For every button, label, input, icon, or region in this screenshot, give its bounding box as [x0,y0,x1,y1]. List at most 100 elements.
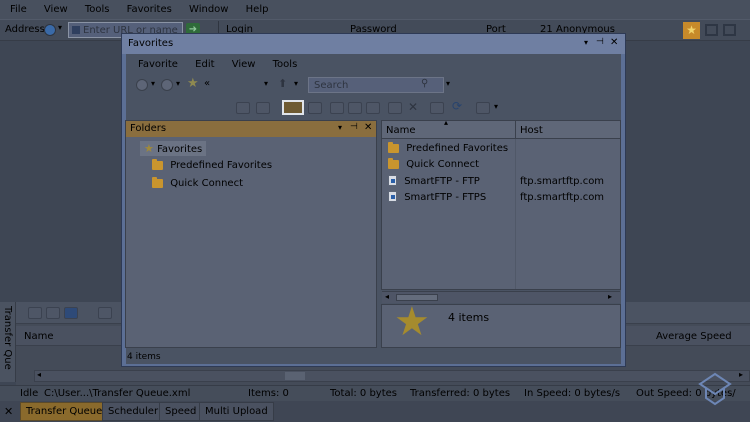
connect-icon[interactable] [236,102,250,114]
scroll-thumb[interactable] [285,372,305,380]
folders-pane: Folders ▾ ⊣ ✕ ★ Favorites Predefined Fav… [125,120,377,348]
copy-icon[interactable] [348,102,362,114]
list-item-name: SmartFTP - FTP [404,175,480,187]
queue-play-icon[interactable] [98,307,112,319]
menu-file[interactable]: File [10,4,27,15]
bottom-close-icon[interactable]: ✕ [4,405,13,418]
folder-icon [388,141,399,153]
watermark-logo-icon [698,372,732,406]
scroll-left-icon[interactable]: ◂ [37,370,41,379]
new-folder-icon[interactable] [282,100,304,115]
status-items: Items: 0 [248,388,289,399]
fav-menu-edit[interactable]: Edit [195,59,214,70]
view-icon[interactable] [476,102,490,114]
scroll-right-icon[interactable]: ▸ [608,292,612,301]
delete-icon[interactable]: ✕ [408,100,418,114]
list-column-host[interactable]: Host [520,125,543,136]
address-label: Address [5,24,45,35]
transfer-hscrollbar[interactable]: ◂ ▸ [34,370,750,382]
tree-item-quick-connect[interactable]: Quick Connect [152,176,243,189]
back-dropdown-icon[interactable]: ▾ [151,79,155,88]
address-dropdown-icon[interactable]: ▾ [58,23,62,32]
back-icon[interactable] [136,79,148,91]
fav-menu-tools[interactable]: Tools [273,59,298,70]
fav-menu-favorite[interactable]: Favorite [138,59,178,70]
favorites-menubar: Favorite Edit View Tools [128,58,621,74]
menu-favorites[interactable]: Favorites [127,4,172,15]
folder-icon [152,176,163,188]
list-item[interactable]: SmartFTP - FTPS ftp.smartftp.com [388,191,614,206]
pin-icon[interactable]: ⊣ [596,37,604,47]
paste-icon[interactable] [366,102,380,114]
tree-item-predefined-favorites[interactable]: Predefined Favorites [152,158,273,171]
folders-menu-icon[interactable]: ▾ [338,123,342,132]
menubar: File View Tools Favorites Window Help [0,0,750,19]
list-column-name[interactable]: Name [386,125,416,136]
nav-extra[interactable]: « [204,78,210,89]
queue-edit-icon[interactable] [46,307,60,319]
properties-icon[interactable] [256,102,270,114]
search-icon[interactable]: ⚲ [421,78,428,89]
favorites-title: Favorites [128,38,174,49]
list-item[interactable]: SmartFTP - FTP ftp.smartftp.com [388,175,614,190]
view-dropdown-icon[interactable]: ▾ [494,102,498,111]
list-item-name: Predefined Favorites [406,143,509,154]
tree-item-favorites[interactable]: ★ Favorites [140,141,207,156]
bottom-tabbar: ✕ Transfer Queue Scheduler Speed Multi U… [0,401,750,422]
up-dropdown-icon[interactable]: ▾ [294,79,298,88]
scroll-right-icon[interactable]: ▸ [739,370,743,379]
details-pane: ★ 4 items [381,299,621,348]
tab-multi-upload[interactable]: Multi Upload [199,402,274,421]
layout-icon-1[interactable] [705,24,718,36]
site-favorite-icon [388,175,397,186]
rename-icon[interactable] [388,102,402,114]
fav-menu-view[interactable]: View [232,59,256,70]
folder-icon [388,157,399,169]
window-menu-icon[interactable]: ▾ [584,38,588,47]
menu-window[interactable]: Window [189,4,228,15]
search-dropdown-icon[interactable]: ▾ [446,79,450,88]
window-close-icon[interactable]: ✕ [610,37,618,48]
folders-status: 4 items [127,352,161,362]
layout-icon-2[interactable] [723,24,736,36]
up-arrow-icon[interactable]: ⬆ [278,77,287,90]
menu-tools[interactable]: Tools [85,4,110,15]
forward-icon[interactable] [161,79,173,91]
favorites-star-icon[interactable]: ★ [187,76,199,91]
column-average-speed[interactable]: Average Speed [656,331,732,342]
tree-item-label: Predefined Favorites [170,160,273,171]
forward-dropdown-icon[interactable]: ▾ [176,79,180,88]
list-item[interactable]: Quick Connect [388,157,614,174]
folders-close-icon[interactable]: ✕ [364,122,372,133]
list-pane: Name ▴ Host Predefined Favorites Quick C… [381,118,621,303]
search-input[interactable]: Search ⚲ [308,77,444,93]
folders-title: Folders [130,123,167,134]
status-in-speed: In Speed: 0 bytes/s [524,388,621,399]
star-toolbar-icon[interactable]: ★ [683,22,700,39]
sort-arrow-icon: ▴ [444,118,449,127]
menu-help[interactable]: Help [246,4,269,15]
queue-add-icon[interactable] [28,307,42,319]
window-icon[interactable] [430,102,444,114]
column-name[interactable]: Name [24,331,54,342]
site-icon [72,26,80,34]
tab-transfer-queue[interactable]: Transfer Queue [20,402,109,421]
folders-pin-icon[interactable]: ⊣ [350,122,358,132]
site-favorite-icon [388,191,397,202]
tab-speed[interactable]: Speed [159,402,203,421]
list-header: Name ▴ Host [382,118,620,139]
scroll-left-icon[interactable]: ◂ [385,292,389,301]
tab-scheduler[interactable]: Scheduler [102,402,165,421]
details-star-icon: ★ [394,299,430,345]
favorites-action-toolbar: ✕ ⟳ ▾ [232,98,517,118]
menu-view[interactable]: View [44,4,68,15]
list-item[interactable]: Predefined Favorites [388,141,614,158]
refresh-icon[interactable]: ⟳ [452,99,462,113]
transfer-queue-side-label: Transfer Que [2,306,13,370]
path-dropdown-icon[interactable]: ▾ [264,79,268,88]
new-favorite-icon[interactable] [308,102,322,114]
cut-icon[interactable] [330,102,344,114]
globe-icon[interactable] [44,24,56,36]
transfer-queue-side-tab[interactable]: Transfer Que [0,302,16,382]
queue-save-icon[interactable] [64,307,78,319]
